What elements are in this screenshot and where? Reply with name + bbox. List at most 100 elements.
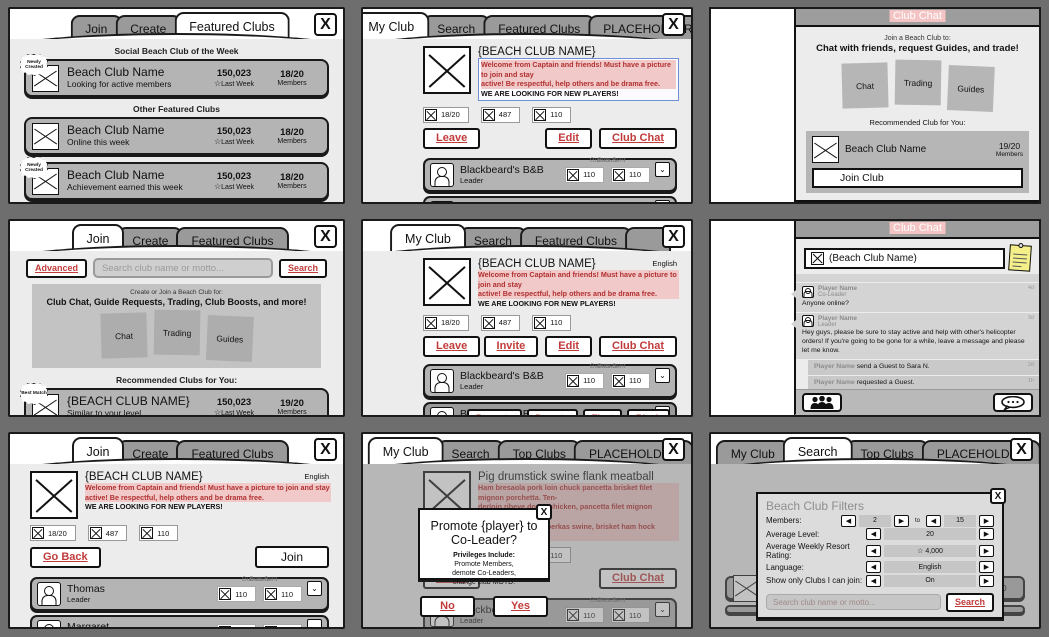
- level-icon: [482, 316, 495, 329]
- members-icon: [425, 108, 437, 121]
- join-button[interactable]: Join: [254, 546, 329, 568]
- club-row[interactable]: Beach Club Name Online this week 150,023…: [24, 117, 329, 155]
- search-input[interactable]: Search club name or motto...: [766, 594, 941, 610]
- window: Join Create Featured Clubs X {BEACH CLUB…: [8, 432, 345, 629]
- rating-period: ☆Last Week: [213, 79, 255, 88]
- club-name-field[interactable]: (Beach Club Name): [804, 247, 1005, 269]
- promo-cards: Chat Trading Guides: [808, 59, 1027, 112]
- search-button[interactable]: Search: [278, 258, 327, 278]
- arrow-right-icon[interactable]: ▶: [979, 574, 994, 587]
- no-button[interactable]: No: [420, 596, 475, 618]
- arrow-left-icon[interactable]: ◀: [866, 544, 881, 557]
- leave-button[interactable]: Leave: [423, 127, 481, 149]
- club-name: (Beach Club Name): [829, 252, 917, 264]
- dialog-buttons: No Yes: [420, 596, 548, 618]
- promo-card-chat[interactable]: Chat: [840, 62, 889, 109]
- members-icon[interactable]: [802, 393, 842, 412]
- search-button[interactable]: Search: [945, 592, 994, 612]
- promo-card-chat[interactable]: Chat: [99, 312, 148, 359]
- chat-message: Player Name Leader 3d Hey guys, please b…: [791, 312, 1039, 359]
- chevron-down-icon[interactable]: ⌄: [655, 161, 670, 177]
- promo-card-guides[interactable]: Guides: [946, 65, 995, 112]
- close-icon[interactable]: X: [662, 13, 685, 36]
- close-icon[interactable]: X: [1010, 438, 1033, 461]
- chevron-down-icon[interactable]: ⌄: [655, 367, 670, 383]
- close-icon[interactable]: X: [662, 438, 685, 461]
- club-row[interactable]: Newly Created Beach Club Name Achievemen…: [20, 157, 329, 200]
- rating-icon: [141, 527, 154, 539]
- edit-button[interactable]: Edit: [545, 127, 593, 149]
- promote-button[interactable]: Promote: [467, 409, 522, 415]
- panel-join-club-detail: Join Create Featured Clubs X {BEACH CLUB…: [0, 425, 353, 637]
- member-row[interactable]: Blackbeard's B&B Leader Boosts110 Guests…: [423, 157, 677, 192]
- message-tail: [791, 290, 796, 298]
- filter-to-label: to: [914, 517, 920, 524]
- motd-note-icon[interactable]: [1008, 242, 1032, 272]
- close-icon[interactable]: X: [990, 488, 1006, 504]
- arrow-right-icon[interactable]: ▶: [979, 514, 994, 527]
- close-icon[interactable]: X: [536, 504, 552, 520]
- search-input[interactable]: Search club name or motto...: [93, 258, 273, 278]
- invite-button[interactable]: Invite: [483, 335, 539, 357]
- arrow-left-icon[interactable]: ◀: [866, 528, 881, 540]
- stat-members: 18/20: [30, 525, 76, 541]
- panel-club-chat-promo: Club Chat Join a Beach Club to: Chat wit…: [701, 0, 1049, 212]
- arrow-left-icon[interactable]: ◀: [866, 574, 881, 587]
- arrow-right-icon[interactable]: ▶: [979, 561, 994, 573]
- club-subtitle: Achievement earned this week: [67, 183, 183, 193]
- filter-row-average-level: Average Level: ◀ 20 ▶: [758, 527, 1002, 540]
- promo-card-trading[interactable]: Trading: [894, 59, 941, 106]
- club-chat-button[interactable]: Club Chat: [599, 335, 677, 357]
- window-body: {BEACH CLUB NAME} Welcome from Captain a…: [10, 464, 343, 627]
- boost-icon: [567, 168, 580, 181]
- leave-button[interactable]: Leave: [423, 335, 481, 357]
- advanced-button[interactable]: Advanced: [26, 258, 88, 278]
- club-row[interactable]: Newly Created Beach Club Name Looking fo…: [20, 54, 329, 97]
- block-button[interactable]: Block: [627, 409, 670, 415]
- chevron-down-icon[interactable]: ⌄: [307, 619, 322, 627]
- club-motd-editor[interactable]: Welcome from Captain and friends! Must h…: [478, 58, 679, 101]
- club-chat-button[interactable]: Club Chat: [599, 127, 677, 149]
- filter-control: ◀ ☆ 4,000 ▶: [866, 544, 994, 557]
- chat-bubble-icon[interactable]: [993, 393, 1033, 412]
- recommended-club-row[interactable]: Beach Club Name 19/20 Members: [812, 136, 1023, 163]
- chevron-down-icon[interactable]: ⌄: [655, 199, 670, 202]
- arrow-right-icon[interactable]: ▶: [893, 514, 909, 527]
- arrow-left-icon[interactable]: ◀: [840, 514, 856, 527]
- eject-button[interactable]: Eject: [582, 409, 623, 415]
- club-stats: 18/20 487 110: [363, 309, 691, 331]
- member-name: Thomas: [67, 583, 105, 596]
- club-motd: Welcome from Captain and friends! Must h…: [478, 270, 679, 309]
- member-row[interactable]: Blackbeard's B&B Moderator 110 110 ⌄: [423, 195, 677, 202]
- close-icon[interactable]: X: [314, 438, 337, 461]
- arrow-right-icon[interactable]: ▶: [979, 544, 994, 557]
- close-icon[interactable]: X: [314, 13, 337, 36]
- members-value: 18/20: [280, 172, 304, 183]
- member-row[interactable]: Blackbeard's B&B Leader Boosts110 Guests…: [423, 363, 677, 398]
- wireframe-grid: Join Create Featured Clubs X Social Beac…: [0, 0, 1049, 637]
- demote-button[interactable]: Demote: [526, 409, 578, 415]
- member-row[interactable]: Thomas Leader Boosts 110 Guests Sent 110 ⌄: [30, 576, 329, 611]
- arrow-left-icon[interactable]: ◀: [926, 514, 941, 527]
- yes-button[interactable]: Yes: [493, 596, 548, 618]
- member-row-selected[interactable]: Blackbeard's B&B Co-Leader Promote Demot…: [423, 401, 677, 415]
- chevron-down-icon[interactable]: ⌄: [307, 581, 322, 596]
- club-motd: Welcome from Captain and friends! Must h…: [85, 483, 331, 512]
- close-icon[interactable]: X: [662, 225, 685, 248]
- promo-title: Club Chat, Guide Requests, Trading, Club…: [46, 297, 307, 307]
- members-glyph: [810, 396, 834, 409]
- club-rating: 150,023 ☆Last Week: [205, 68, 263, 88]
- edit-button[interactable]: Edit: [545, 335, 593, 357]
- go-back-button[interactable]: Go Back: [30, 546, 101, 568]
- close-icon[interactable]: X: [314, 225, 337, 248]
- club-chat-panel: Club Chat (Beach Club Name) Player Name …: [791, 221, 1039, 415]
- arrow-right-icon[interactable]: ▶: [979, 528, 994, 540]
- club-row[interactable]: Best Match {BEACH CLUB NAME} Similar to …: [20, 383, 329, 415]
- promo-card-trading[interactable]: Trading: [153, 309, 200, 356]
- boosts-stat: 110: [217, 624, 257, 627]
- join-club-button[interactable]: Join Club: [812, 168, 1023, 188]
- arrow-left-icon[interactable]: ◀: [866, 561, 881, 573]
- member-row[interactable]: Margaret Co-Leader 110 110 ⌄: [30, 615, 329, 627]
- promo-card-guides[interactable]: Guides: [205, 315, 254, 362]
- see-more-clubs-button[interactable]: See More Clubs: [796, 200, 1039, 202]
